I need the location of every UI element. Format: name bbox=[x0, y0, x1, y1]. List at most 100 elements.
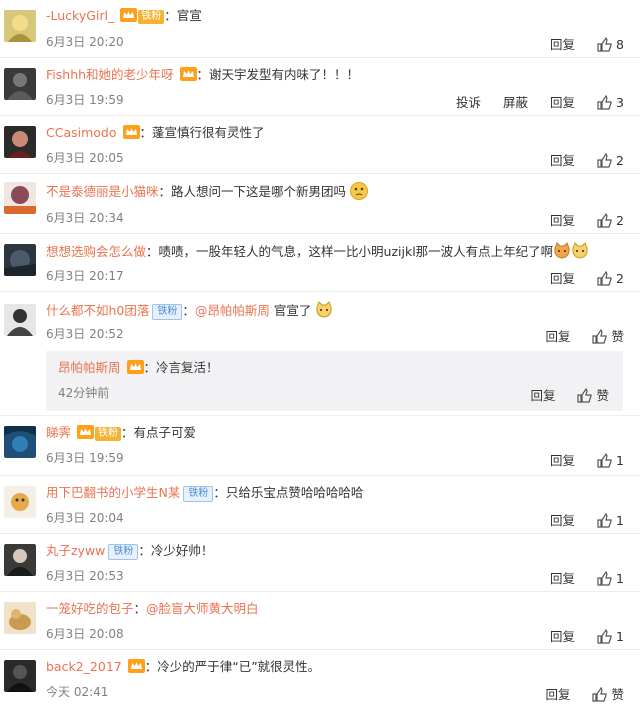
report-button[interactable]: 投诉 bbox=[456, 92, 481, 111]
avatar[interactable] bbox=[4, 10, 36, 42]
comment-item: 一笼好吃的包子：@脸盲大师黄大明白 6月3日 20:08 回复 1 bbox=[0, 592, 640, 650]
comment-date: 6月3日 20:05 bbox=[46, 151, 124, 165]
avatar[interactable] bbox=[4, 426, 36, 458]
username[interactable]: 不是泰德丽是小猫咪 bbox=[46, 184, 159, 199]
avatar[interactable] bbox=[4, 68, 36, 100]
vip-crown-icon[interactable] bbox=[127, 659, 145, 673]
avatar[interactable] bbox=[4, 126, 36, 158]
reply-button[interactable]: 回复 bbox=[545, 326, 570, 345]
reply-button[interactable]: 回复 bbox=[550, 34, 575, 53]
comment-date: 6月3日 20:34 bbox=[46, 211, 124, 225]
username[interactable]: 什么都不如h0团落 bbox=[46, 303, 149, 318]
comment-item: 什么都不如h0团落 铁粉 ：@昂帕帕斯周 官宣了 6月3日 20:52 回复 赞 昂… bbox=[0, 292, 640, 416]
reply-button[interactable]: 回复 bbox=[550, 92, 575, 111]
comment-text: 路人想问一下这是哪个新男团吗 bbox=[171, 184, 347, 199]
username[interactable]: 想想选购会怎么做 bbox=[46, 244, 146, 259]
like-count: 1 bbox=[616, 629, 624, 644]
avatar[interactable] bbox=[4, 244, 36, 276]
cat-emoji-icon bbox=[315, 301, 333, 319]
like-button[interactable]: 赞 bbox=[592, 326, 624, 345]
comment-date: 6月3日 19:59 bbox=[46, 451, 124, 465]
thumbs-up-icon bbox=[597, 152, 612, 168]
thumbs-up-icon bbox=[597, 94, 612, 110]
reply-button[interactable]: 回复 bbox=[550, 626, 575, 645]
like-button[interactable]: 2 bbox=[597, 212, 624, 228]
comment-item: 不是泰德丽是小猫咪：路人想问一下这是哪个新男团吗 6月3日 20:34 回复 2 bbox=[0, 174, 640, 234]
comment-text: 有点子可爱 bbox=[133, 425, 197, 440]
like-button[interactable]: 8 bbox=[597, 36, 624, 52]
username[interactable]: 昂帕帕斯周 bbox=[58, 360, 121, 375]
comment-date: 6月3日 20:53 bbox=[46, 569, 124, 583]
like-button[interactable]: 赞 bbox=[577, 385, 609, 404]
like-count: 1 bbox=[616, 571, 624, 586]
username[interactable]: -LuckyGirl_ bbox=[46, 8, 114, 23]
vip-crown-icon[interactable] bbox=[126, 360, 144, 374]
comment-text: 冷少好帅！ bbox=[150, 543, 214, 558]
comment-date: 6月3日 20:52 bbox=[46, 327, 124, 341]
username[interactable]: CCasimodo bbox=[46, 125, 117, 140]
username[interactable]: 一笼好吃的包子 bbox=[46, 601, 134, 616]
reply-button[interactable]: 回复 bbox=[550, 568, 575, 587]
vip-crown-icon[interactable] bbox=[77, 425, 94, 439]
reply-button[interactable]: 回复 bbox=[545, 684, 570, 703]
like-count: 2 bbox=[616, 153, 624, 168]
reply-button[interactable]: 回复 bbox=[550, 210, 575, 229]
thumbs-up-icon bbox=[597, 270, 612, 286]
like-button[interactable]: 3 bbox=[597, 94, 624, 110]
username[interactable]: back2_2017 bbox=[46, 659, 122, 674]
reply-button[interactable]: 回复 bbox=[550, 150, 575, 169]
thumbs-up-icon bbox=[597, 628, 612, 644]
username[interactable]: 用下巴翻书的小学生N某 bbox=[46, 485, 180, 500]
reply-button[interactable]: 回复 bbox=[530, 385, 555, 404]
comment-date: 6月3日 20:04 bbox=[46, 511, 124, 525]
fan-level-badge[interactable]: 铁粉 bbox=[138, 10, 165, 24]
avatar[interactable] bbox=[4, 544, 36, 576]
reply-button[interactable]: 回复 bbox=[550, 510, 575, 529]
comment-item: -LuckyGirl_ 铁粉 ：官宣 6月3日 20:20 回复 8 bbox=[0, 0, 640, 58]
mention-link[interactable]: @脸盲大师黄大明白 bbox=[146, 601, 259, 616]
comment-date: 6月3日 19:59 bbox=[46, 93, 124, 107]
reply-button[interactable]: 回复 bbox=[550, 268, 575, 287]
comment-date: 6月3日 20:20 bbox=[46, 35, 124, 49]
like-button[interactable]: 1 bbox=[597, 452, 624, 468]
fan-level-badge[interactable]: 铁粉 bbox=[95, 427, 121, 441]
thumbs-up-icon bbox=[597, 212, 612, 228]
vip-crown-icon[interactable] bbox=[120, 8, 138, 22]
vip-crown-icon[interactable] bbox=[179, 67, 197, 81]
comment-text: 啧啧，一股年轻人的气息，这样一比小明uzijkl那一波人有点上年纪了啊 bbox=[158, 244, 554, 259]
like-button[interactable]: 1 bbox=[597, 512, 624, 528]
avatar[interactable] bbox=[4, 182, 36, 214]
avatar[interactable] bbox=[4, 602, 36, 634]
avatar[interactable] bbox=[4, 660, 36, 692]
thumbs-up-icon bbox=[577, 387, 593, 403]
thumbs-up-icon bbox=[592, 328, 608, 344]
like-button[interactable]: 1 bbox=[597, 628, 624, 644]
fan-level-badge[interactable]: 铁粉 bbox=[152, 304, 183, 320]
like-button[interactable]: 2 bbox=[597, 270, 624, 286]
comment-item: 用下巴翻书的小学生N某 铁粉 ：只给乐宝点赞哈哈哈哈哈 6月3日 20:04 回复 … bbox=[0, 476, 640, 534]
reply-button[interactable]: 回复 bbox=[550, 450, 575, 469]
thumbs-up-icon bbox=[597, 512, 612, 528]
comment-date: 今天 02:41 bbox=[46, 685, 109, 699]
comment-text: 只给乐宝点赞哈哈哈哈哈 bbox=[225, 485, 364, 500]
username[interactable]: 睇霁 bbox=[46, 425, 71, 440]
username[interactable]: Fishhh和她的老少年呀 bbox=[46, 67, 174, 82]
avatar[interactable] bbox=[4, 304, 36, 336]
fan-level-badge[interactable]: 铁粉 bbox=[108, 544, 139, 560]
username[interactable]: 丸子zyww bbox=[46, 543, 105, 558]
block-button[interactable]: 屏蔽 bbox=[503, 92, 528, 111]
comment-item: 睇霁 铁粉 ：有点子可爱 6月3日 19:59 回复 1 bbox=[0, 416, 640, 476]
comment-item: back2_2017 ：冷少的严于律“已”就很灵性。 今天 02:41 回复 赞 bbox=[0, 650, 640, 711]
like-button[interactable]: 2 bbox=[597, 152, 624, 168]
like-button[interactable]: 1 bbox=[597, 570, 624, 586]
like-label: 赞 bbox=[611, 687, 624, 702]
thumbs-up-icon bbox=[592, 686, 608, 702]
like-count: 2 bbox=[616, 271, 624, 286]
comment-text: 蓬宣慎行很有灵性了 bbox=[152, 125, 265, 140]
thumbs-up-icon bbox=[597, 570, 612, 586]
like-button[interactable]: 赞 bbox=[592, 684, 624, 703]
fan-level-badge[interactable]: 铁粉 bbox=[183, 486, 214, 502]
mention-link[interactable]: @昂帕帕斯周 bbox=[195, 303, 270, 318]
vip-crown-icon[interactable] bbox=[122, 125, 140, 139]
avatar[interactable] bbox=[4, 486, 36, 518]
